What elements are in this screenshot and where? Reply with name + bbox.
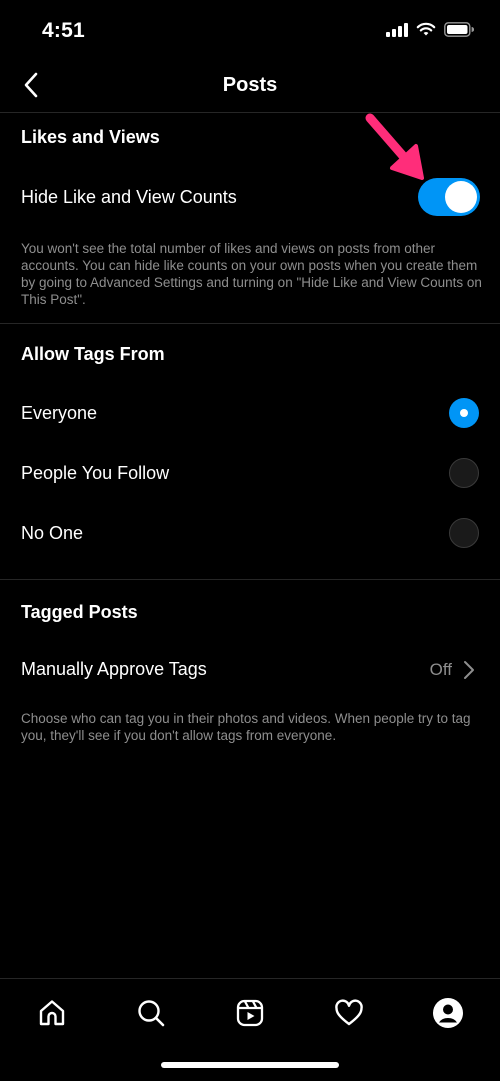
battery-icon [444,22,474,37]
tagged-posts-section-title: Tagged Posts [21,602,138,622]
divider [0,579,500,580]
page-title: Posts [222,74,278,96]
nav-search[interactable] [133,995,169,1031]
radio-everyone[interactable] [449,398,479,428]
option-people-you-follow-label[interactable]: People You Follow [21,463,169,484]
option-no-one-label[interactable]: No One [21,523,83,544]
header: Posts [0,60,500,113]
tagged-posts-helper: Choose who can tag you in their photos a… [21,711,471,743]
wifi-icon [416,22,436,36]
toggle-knob [445,181,477,213]
option-everyone-label[interactable]: Everyone [21,403,97,424]
likes-views-helper: You won't see the total number of likes … [21,241,482,307]
divider [0,323,500,324]
hide-counts-label: Hide Like and View Counts [21,187,237,207]
heart-icon [335,999,363,1026]
status-bar: 4:51 [0,0,500,60]
chevron-right-icon[interactable] [462,660,476,680]
likes-views-section-title: Likes and Views [21,127,160,147]
nav-profile[interactable] [430,995,466,1031]
nav-reels[interactable] [232,995,268,1031]
radio-people-you-follow[interactable] [449,458,479,488]
search-icon [138,1000,165,1027]
status-time: 4:51 [42,19,85,42]
nav-home[interactable] [34,995,70,1031]
profile-icon [433,998,463,1028]
radio-no-one[interactable] [449,518,479,548]
allow-tags-section-title: Allow Tags From [21,344,165,364]
reels-icon [236,999,264,1027]
manually-approve-tags-label[interactable]: Manually Approve Tags [21,659,207,680]
signal-icon [386,22,408,37]
home-indicator[interactable] [161,1062,339,1068]
hide-counts-toggle[interactable] [418,178,480,216]
annotation-arrow-icon [365,113,424,180]
nav-activity[interactable] [331,995,367,1031]
status-icons [386,22,474,37]
home-icon [39,1000,65,1026]
manually-approve-tags-value[interactable]: Off [430,660,452,680]
